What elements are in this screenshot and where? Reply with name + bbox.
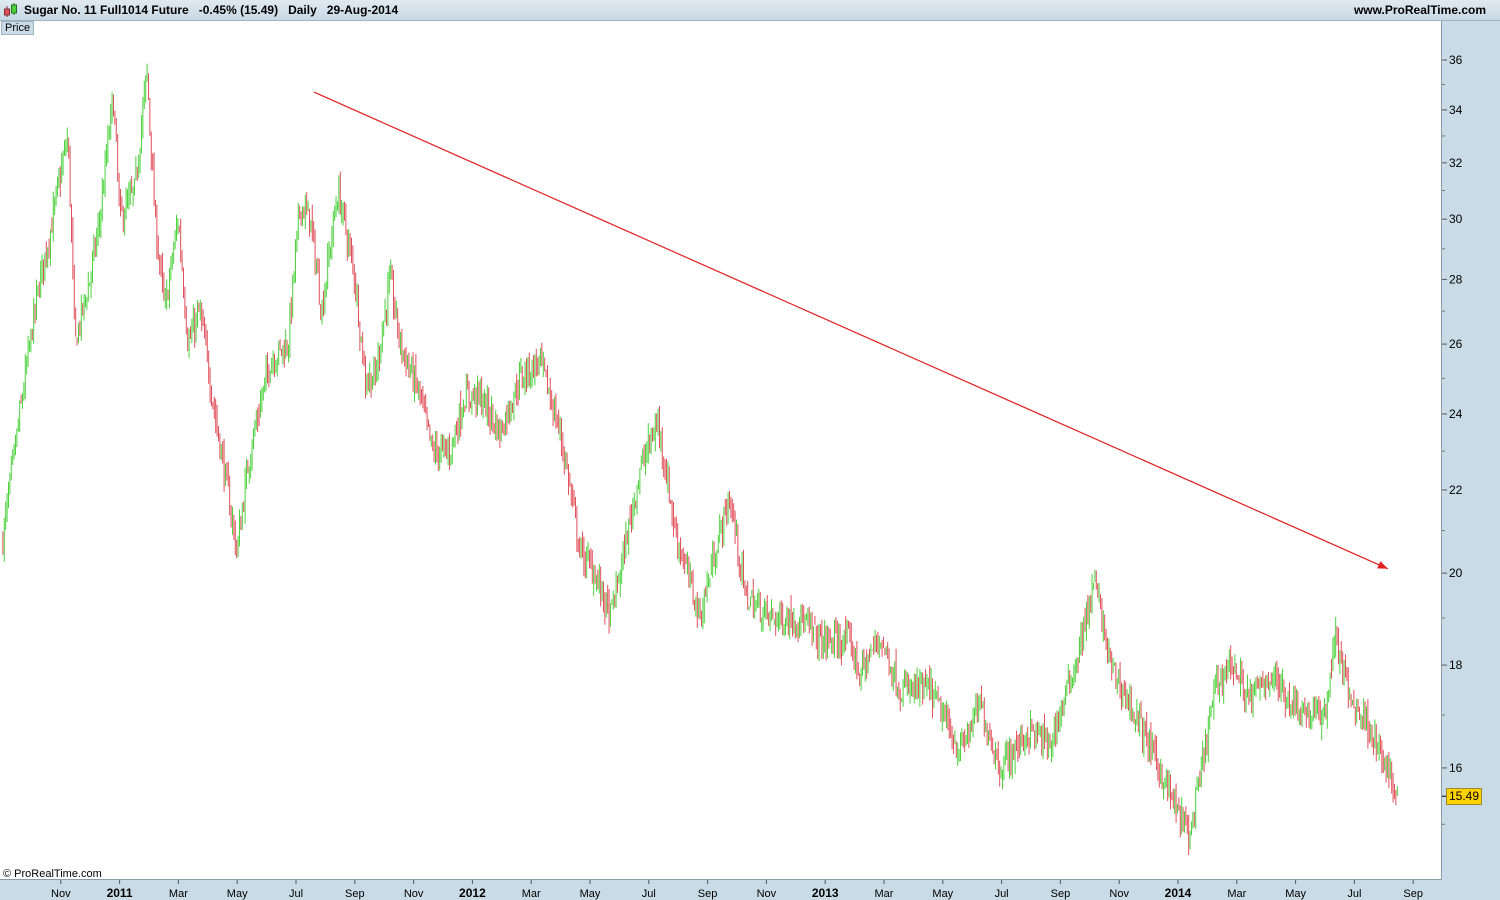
x-tick-label: Sep <box>698 888 718 900</box>
x-tick-label: Jul <box>289 888 303 900</box>
x-tick-label: May <box>227 888 248 900</box>
x-tick-label: 2011 <box>107 886 133 900</box>
y-tick-label: 22 <box>1449 483 1463 497</box>
y-tick-label: 20 <box>1449 566 1463 580</box>
y-tick-label: 30 <box>1449 212 1463 226</box>
y-tick-label: 34 <box>1449 103 1463 117</box>
downtrend-line <box>313 91 1389 570</box>
x-tick-label: Sep <box>345 888 365 900</box>
x-tick-label: Mar <box>875 888 894 900</box>
x-tick-label: Jul <box>995 888 1009 900</box>
x-tick-label: 2013 <box>812 886 839 900</box>
x-tick-label: Nov <box>404 888 424 900</box>
y-tick-label: 32 <box>1449 156 1463 170</box>
y-tick-label: 36 <box>1449 53 1463 67</box>
y-tick-label: 28 <box>1449 272 1463 286</box>
y-tick-label: 26 <box>1449 337 1463 351</box>
x-tick-label: Jul <box>1347 888 1361 900</box>
last-price-badge: 15.49 <box>1446 788 1483 805</box>
x-tick-label: Nov <box>51 888 71 900</box>
x-tick-label: May <box>932 888 953 900</box>
y-tick-label: 18 <box>1449 658 1463 672</box>
x-tick-label: Mar <box>1227 888 1246 900</box>
y-tick-label: 16 <box>1449 761 1463 775</box>
x-tick-label: Jul <box>642 888 656 900</box>
price-bars <box>2 63 1398 856</box>
x-tick-label: 2014 <box>1165 886 1192 900</box>
x-tick-label: Nov <box>1109 888 1129 900</box>
y-tick-label: 24 <box>1449 407 1463 421</box>
x-tick-label: Mar <box>522 888 541 900</box>
x-tick-label: Nov <box>757 888 777 900</box>
price-chart: 36 34 32 30 28 26 24 22 20 18 16 Nov 2011 Mar May Jul Se… <box>2 53 1463 900</box>
arrow-head-icon <box>1377 561 1388 569</box>
x-tick-label: May <box>1285 888 1306 900</box>
x-tick-label: Mar <box>169 888 188 900</box>
x-tick-label: May <box>580 888 601 900</box>
x-tick-label: Sep <box>1051 888 1071 900</box>
copyright-text: © ProRealTime.com <box>3 868 102 880</box>
x-tick-label: Sep <box>1403 888 1423 900</box>
x-tick-label: 2012 <box>459 886 486 900</box>
